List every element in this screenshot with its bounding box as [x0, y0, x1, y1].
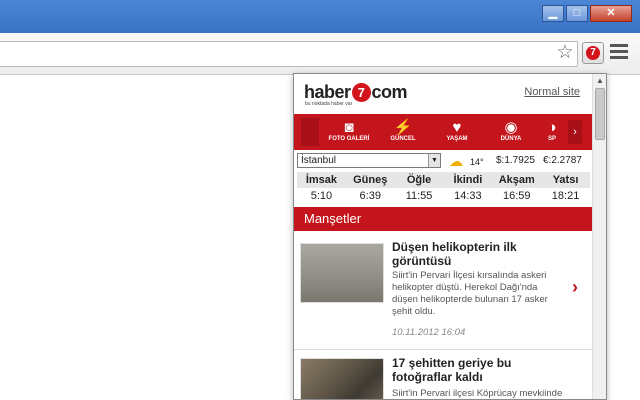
prayer-times-header: İmsak Güneş Öğle İkindi Akşam Yatsı — [297, 172, 590, 188]
camera-icon: ◙ — [344, 119, 354, 136]
section-title: Manşetler — [294, 207, 592, 231]
news-date: 10.11.2012 16:04 — [392, 327, 466, 338]
news-title[interactable]: 17 şehitten geriye bu fotoğraflar kaldı — [392, 356, 562, 384]
window-titlebar: ▁ □ ✕ — [0, 0, 640, 33]
scrollbar-thumb[interactable] — [595, 88, 605, 140]
news-description: Siirt'in Pervari ilçesi Köprücay mevkiin… — [392, 388, 563, 399]
category-spor[interactable]: ◑ SP — [537, 119, 567, 142]
prayer-times-table: İmsak Güneş Öğle İkindi Akşam Yatsı 5:10… — [297, 172, 590, 204]
lightning-icon: ⚡ — [393, 119, 413, 136]
news-item[interactable]: 17 şehitten geriye bu fotoğraflar kaldı … — [294, 350, 592, 399]
usd-rate: $:1.7925 — [496, 155, 535, 166]
sport-icon: ◑ — [547, 119, 557, 136]
maximize-button[interactable]: □ — [566, 5, 588, 22]
minimize-button[interactable]: ▁ — [542, 5, 564, 22]
address-bar[interactable] — [0, 41, 578, 67]
eur-rate: €:2.2787 — [543, 155, 582, 166]
category-guncel[interactable]: ⚡ GÜNCEL — [377, 119, 429, 142]
weather-cloud-icon: ☁ — [449, 153, 463, 169]
haber7-logo[interactable]: haber 7 com — [304, 82, 408, 103]
category-dunya[interactable]: ◉ DÜNYA — [485, 119, 537, 142]
window-controls: ▁ □ ✕ — [540, 5, 632, 22]
category-left-block — [301, 118, 319, 146]
popup-scrollbar[interactable]: ▲ — [592, 74, 606, 399]
popup-header: haber 7 com bu noktada haber var Normal si… — [294, 74, 592, 114]
category-bar: ◙ FOTO GALERİ ⚡ GÜNCEL ♥ YAŞAM ◉ DÜNYA ◑… — [294, 114, 592, 150]
dropdown-arrow-icon: ▼ — [428, 154, 440, 167]
info-bar: İstanbul ▼ ☁ 14° $:1.7925 €:2.2787 — [294, 150, 592, 172]
bookmark-star-icon[interactable]: ☆ — [555, 43, 575, 63]
heart-icon: ♥ — [452, 119, 462, 136]
category-yasam[interactable]: ♥ YAŞAM — [431, 119, 483, 142]
prayer-times-values: 5:10 6:39 11:55 14:33 16:59 18:21 — [310, 190, 580, 202]
news-description: Siirt'in Pervari İlçesi kırsalında asker… — [392, 270, 548, 317]
extension-popup: haber 7 com bu noktada haber var Normal si… — [293, 73, 607, 400]
chrome-menu-icon[interactable] — [610, 44, 628, 62]
news-thumbnail — [300, 243, 384, 303]
news-item[interactable]: Düşen helikopterin ilk görüntüsü Siirt'i… — [294, 231, 592, 349]
browser-toolbar: ☆ 7 — [0, 33, 640, 75]
category-next-button[interactable]: › — [568, 120, 582, 144]
city-select[interactable]: İstanbul ▼ — [297, 153, 441, 168]
temperature: 14° — [470, 157, 484, 167]
news-title[interactable]: Düşen helikopterin ilk görüntüsü — [392, 240, 562, 268]
haber7-extension-button[interactable]: 7 — [582, 42, 604, 64]
close-button[interactable]: ✕ — [590, 5, 632, 22]
globe-icon: ◉ — [504, 119, 518, 136]
haber7-logo-icon: 7 — [586, 46, 600, 60]
category-foto-galeri[interactable]: ◙ FOTO GALERİ — [323, 119, 375, 142]
scroll-up-arrow-icon[interactable]: ▲ — [594, 75, 606, 87]
logo-tagline: bu noktada haber var — [305, 101, 353, 107]
news-thumbnail — [300, 358, 384, 399]
chevron-right-icon[interactable]: › — [572, 277, 578, 298]
normal-site-link[interactable]: Normal site — [524, 86, 580, 98]
